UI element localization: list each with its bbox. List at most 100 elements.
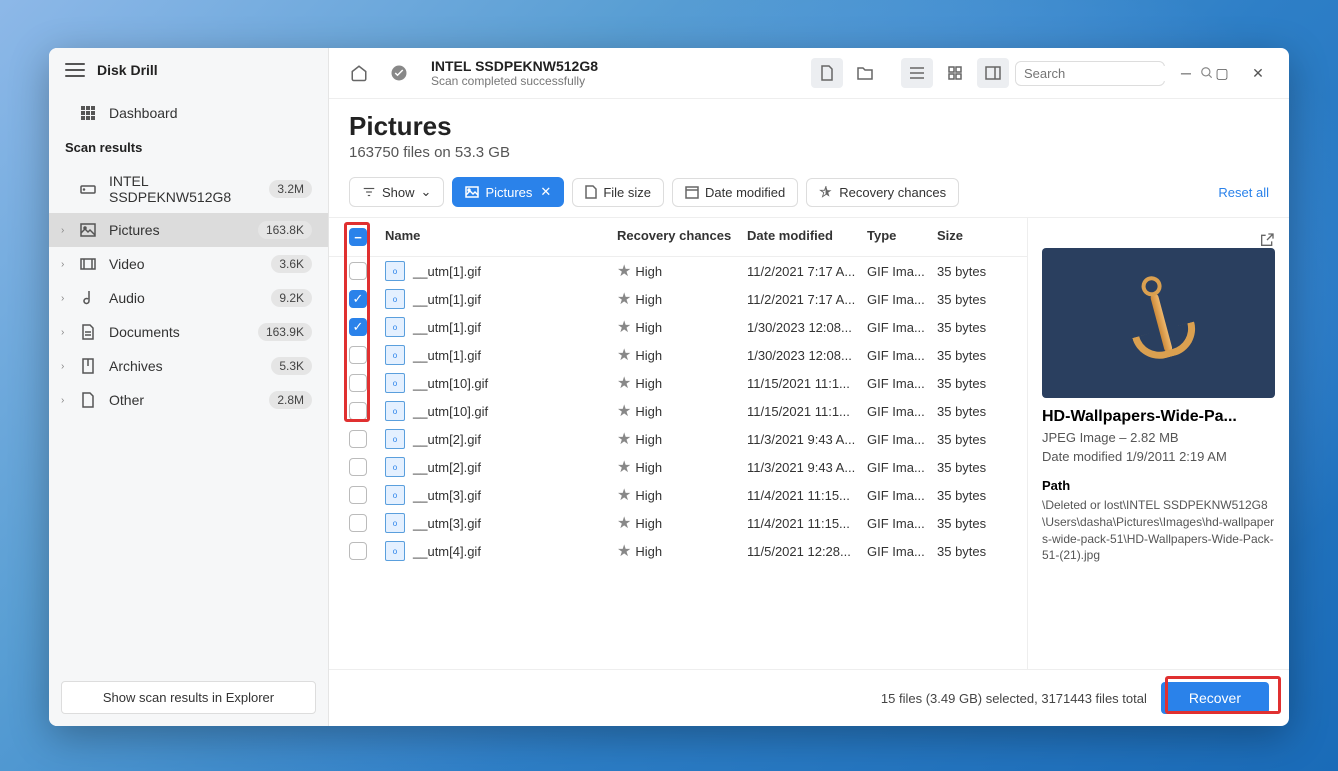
documents-icon — [79, 323, 97, 341]
col-type[interactable]: Type — [867, 228, 937, 246]
list-view-icon[interactable] — [901, 58, 933, 88]
grid-view-icon[interactable] — [939, 58, 971, 88]
row-checkbox[interactable]: ✓ — [349, 318, 367, 336]
video-icon — [79, 255, 97, 273]
table-row[interactable]: o__utm[2].gif★High11/3/2021 9:43 A...GIF… — [329, 453, 1027, 481]
table-row[interactable]: ✓o__utm[1].gif★High1/30/2023 12:08...GIF… — [329, 313, 1027, 341]
row-checkbox[interactable] — [349, 486, 367, 504]
file-name: __utm[2].gif — [413, 460, 481, 475]
sidebar-item-archives[interactable]: ›Archives5.3K — [49, 349, 328, 383]
chevron-right-icon: › — [61, 395, 64, 406]
type-value: GIF Ima... — [867, 320, 937, 335]
size-value: 35 bytes — [937, 544, 1007, 559]
col-date[interactable]: Date modified — [747, 228, 867, 246]
table-row[interactable]: o__utm[3].gif★High11/4/2021 11:15...GIF … — [329, 509, 1027, 537]
row-checkbox[interactable] — [349, 430, 367, 448]
panel-view-icon[interactable] — [977, 58, 1009, 88]
col-size[interactable]: Size — [937, 228, 1007, 246]
table-row[interactable]: o__utm[1].gif★High1/30/2023 12:08...GIF … — [329, 341, 1027, 369]
sidebar-item-documents[interactable]: ›Documents163.9K — [49, 315, 328, 349]
hamburger-icon[interactable] — [65, 63, 85, 77]
col-recovery[interactable]: Recovery chances — [617, 228, 747, 246]
sidebar-item-badge: 163.8K — [258, 221, 312, 239]
preview-title: HD-Wallpapers-Wide-Pa... — [1042, 408, 1275, 426]
sidebar-item-label: INTEL SSDPEKNW512G8 — [109, 173, 257, 205]
table-row[interactable]: ✓o__utm[1].gif★High11/2/2021 7:17 A...GI… — [329, 285, 1027, 313]
maximize-button[interactable]: ▢ — [1207, 58, 1237, 88]
sidebar-item-other[interactable]: ›Other2.8M — [49, 383, 328, 417]
recovery-chances-filter[interactable]: Recovery chances — [806, 178, 959, 207]
preview-path-section: Path \Deleted or lost\INTEL SSDPEKNW512G… — [1042, 478, 1275, 564]
filter-bar: Show ⌄ Pictures ✕ File size Date modifie… — [329, 167, 1289, 218]
pictures-filter-label: Pictures — [485, 185, 532, 200]
file-name: __utm[2].gif — [413, 432, 481, 447]
row-checkbox[interactable]: ✓ — [349, 290, 367, 308]
table-row[interactable]: o__utm[10].gif★High11/15/2021 11:1...GIF… — [329, 369, 1027, 397]
table-row[interactable]: o__utm[3].gif★High11/4/2021 11:15...GIF … — [329, 481, 1027, 509]
date-value: 11/2/2021 7:17 A... — [747, 264, 867, 279]
chevron-right-icon: › — [61, 293, 64, 304]
table-row[interactable]: o__utm[1].gif★High11/2/2021 7:17 A...GIF… — [329, 257, 1027, 285]
recovery-value: High — [635, 264, 662, 279]
minimize-button[interactable]: ─ — [1171, 58, 1201, 88]
type-value: GIF Ima... — [867, 544, 937, 559]
star-icon: ★ — [617, 543, 631, 560]
check-circle-icon — [385, 59, 413, 87]
sidebar-item-pictures[interactable]: ›Pictures163.8K — [49, 213, 328, 247]
date-value: 11/2/2021 7:17 A... — [747, 292, 867, 307]
date-value: 11/5/2021 12:28... — [747, 544, 867, 559]
scan-info: INTEL SSDPEKNW512G8 Scan completed succe… — [431, 58, 598, 88]
date-value: 1/30/2023 12:08... — [747, 320, 867, 335]
file-name: __utm[3].gif — [413, 488, 481, 503]
sidebar-item-badge: 9.2K — [271, 289, 312, 307]
show-filter[interactable]: Show ⌄ — [349, 177, 444, 207]
row-checkbox[interactable] — [349, 458, 367, 476]
home-icon[interactable] — [345, 59, 373, 87]
search-box[interactable] — [1015, 61, 1165, 86]
table-row[interactable]: o__utm[2].gif★High11/3/2021 9:43 A...GIF… — [329, 425, 1027, 453]
table-row[interactable]: o__utm[10].gif★High11/15/2021 11:1...GIF… — [329, 397, 1027, 425]
chevron-right-icon: › — [61, 327, 64, 338]
archives-icon — [79, 357, 97, 375]
open-external-icon[interactable] — [1259, 232, 1275, 248]
sidebar-item-dashboard[interactable]: Dashboard — [49, 96, 328, 130]
sidebar-item-audio[interactable]: › Audio 9.2K — [49, 281, 328, 315]
chevron-right-icon: › — [61, 225, 64, 236]
select-all-checkbox[interactable]: − — [349, 228, 367, 246]
sidebar-item-video[interactable]: ›Video3.6K — [49, 247, 328, 281]
size-value: 35 bytes — [937, 516, 1007, 531]
sidebar-header: Disk Drill — [49, 48, 328, 92]
sidebar-menu: Dashboard Scan results INTEL SSDPEKNW512… — [49, 92, 328, 421]
recovery-value: High — [635, 348, 662, 363]
col-name[interactable]: Name — [385, 228, 617, 246]
table-row[interactable]: o__utm[4].gif★High11/5/2021 12:28...GIF … — [329, 537, 1027, 565]
file-type-icon: o — [385, 289, 405, 309]
reset-all-link[interactable]: Reset all — [1218, 185, 1269, 200]
sidebar-item-label: Audio — [109, 290, 259, 306]
row-checkbox[interactable] — [349, 374, 367, 392]
close-button[interactable]: ✕ — [1243, 58, 1273, 88]
row-checkbox[interactable] — [349, 346, 367, 364]
row-checkbox[interactable] — [349, 542, 367, 560]
show-in-explorer-button[interactable]: Show scan results in Explorer — [61, 681, 316, 714]
row-checkbox[interactable] — [349, 402, 367, 420]
file-size-filter[interactable]: File size — [572, 178, 664, 207]
close-icon[interactable]: ✕ — [540, 184, 551, 200]
content-header: Pictures 163750 files on 53.3 GB — [329, 99, 1289, 167]
file-view-icon[interactable] — [811, 58, 843, 88]
folder-view-icon[interactable] — [849, 58, 881, 88]
size-value: 35 bytes — [937, 432, 1007, 447]
date-modified-filter[interactable]: Date modified — [672, 178, 798, 207]
type-value: GIF Ima... — [867, 516, 937, 531]
recover-button[interactable]: Recover — [1161, 682, 1269, 714]
recovery-chances-filter-label: Recovery chances — [839, 185, 946, 200]
pictures-filter[interactable]: Pictures ✕ — [452, 177, 564, 207]
sidebar-item-disk[interactable]: INTEL SSDPEKNW512G83.2M — [49, 165, 328, 213]
row-checkbox[interactable] — [349, 514, 367, 532]
type-value: GIF Ima... — [867, 404, 937, 419]
scan-results-header: Scan results — [49, 130, 328, 165]
size-value: 35 bytes — [937, 488, 1007, 503]
recovery-value: High — [635, 516, 662, 531]
row-checkbox[interactable] — [349, 262, 367, 280]
pictures-icon — [465, 186, 479, 198]
